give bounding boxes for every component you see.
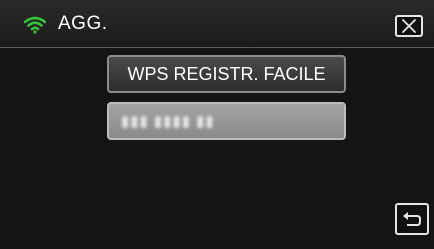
title-bar: AGG.: [0, 0, 434, 48]
wps-easy-registration-button[interactable]: WPS REGISTR. FACILE: [107, 55, 346, 93]
network-entry-label: ▮▮▮ ▮▮▮▮ ▮▮: [121, 113, 215, 130]
page-title: AGG.: [58, 13, 108, 34]
wps-button-label: WPS REGISTR. FACILE: [127, 63, 326, 84]
return-icon: [403, 212, 421, 226]
close-button[interactable]: [395, 15, 423, 37]
close-icon: [402, 19, 416, 33]
network-entry-button[interactable]: ▮▮▮ ▮▮▮▮ ▮▮: [107, 102, 346, 140]
back-button[interactable]: [395, 203, 429, 235]
wifi-icon: [23, 16, 47, 34]
wifi-add-screen: AGG. WPS REGISTR. FACILE ▮▮▮ ▮▮▮▮ ▮▮: [0, 0, 434, 249]
